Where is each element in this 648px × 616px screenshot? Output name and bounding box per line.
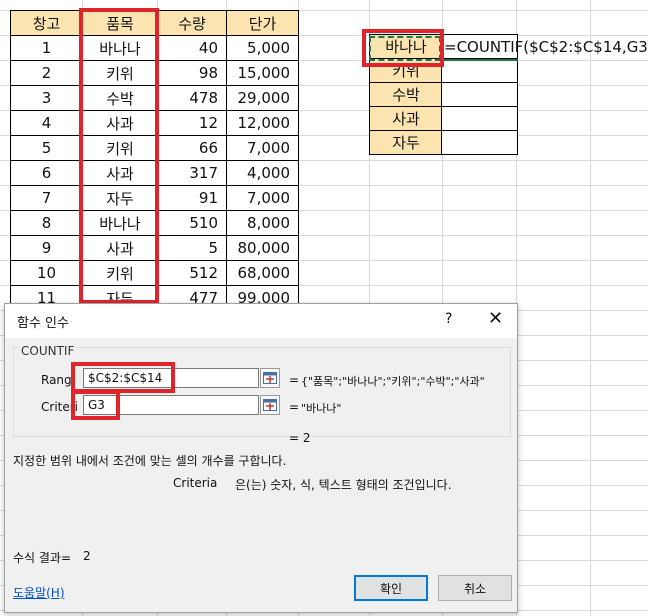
table-cell[interactable]: 바나나 — [82, 210, 158, 236]
function-arguments-dialog: 함수 인수 ? ✕ COUNTIF Rang $C$2:$C$14 = {"품목… — [4, 303, 518, 613]
collapse-dialog-icon — [263, 399, 277, 411]
arguments-group — [13, 347, 511, 437]
table-cell[interactable]: 바나나 — [82, 35, 158, 61]
criteria-preview: "바나나" — [301, 402, 342, 415]
table-cell[interactable]: 사과 — [82, 160, 158, 186]
dialog-titlebar[interactable] — [5, 304, 517, 338]
table-cell[interactable]: 5 — [157, 235, 227, 261]
help-icon[interactable]: ? — [445, 311, 452, 327]
table-header-cell[interactable]: 단가 — [226, 10, 299, 36]
ok-button[interactable]: 확인 — [354, 575, 428, 601]
table-cell[interactable]: 66 — [157, 135, 227, 161]
table-cell[interactable]: 7 — [10, 185, 83, 211]
table-cell[interactable]: 7,000 — [226, 135, 299, 161]
table-cell[interactable]: 510 — [157, 210, 227, 236]
table-cell[interactable]: 91 — [157, 185, 227, 211]
function-result: = 2 — [289, 431, 311, 445]
formula-result-value: 2 — [83, 549, 91, 563]
table-cell[interactable]: 317 — [157, 160, 227, 186]
criteria-equals: = — [289, 400, 300, 414]
table-cell[interactable]: 12 — [157, 110, 227, 136]
table-cell[interactable]: 29,000 — [226, 85, 299, 111]
table-header-cell[interactable]: 수량 — [157, 10, 227, 36]
table-cell[interactable]: 수박 — [82, 85, 158, 111]
lookup-key-cell[interactable]: 자두 — [369, 130, 443, 155]
argument-description-name: Criteria — [173, 476, 218, 490]
formula-result-label: 수식 결과= — [13, 551, 72, 565]
table-cell[interactable]: 3 — [10, 85, 83, 111]
lookup-key-cell[interactable]: 키위 — [369, 58, 443, 83]
table-cell[interactable]: 478 — [157, 85, 227, 111]
table-cell[interactable]: 68,000 — [226, 260, 299, 286]
table-cell[interactable]: 사과 — [82, 235, 158, 261]
collapse-dialog-criteria-button[interactable] — [260, 395, 280, 415]
lookup-result-cell[interactable] — [441, 58, 518, 83]
table-cell[interactable]: 80,000 — [226, 235, 299, 261]
table-cell[interactable]: 6 — [10, 160, 83, 186]
table-cell[interactable]: 40 — [157, 35, 227, 61]
table-header-cell[interactable]: 품목 — [82, 10, 158, 36]
table-cell[interactable]: 8,000 — [226, 210, 299, 236]
table-cell[interactable]: 5,000 — [226, 35, 299, 61]
collapse-dialog-range-button[interactable] — [260, 368, 280, 388]
help-link[interactable]: 도움말(H) — [13, 584, 65, 601]
range-equals: = — [289, 373, 300, 387]
table-cell[interactable]: 12,000 — [226, 110, 299, 136]
collapse-dialog-icon — [263, 372, 277, 384]
table-cell[interactable]: 2 — [10, 60, 83, 86]
table-cell[interactable]: 키위 — [82, 60, 158, 86]
table-cell[interactable]: 자두 — [82, 185, 158, 211]
table-cell[interactable]: 키위 — [82, 260, 158, 286]
lookup-key-cell[interactable]: 수박 — [369, 82, 443, 107]
dialog-title: 함수 인수 — [17, 316, 69, 331]
table-cell[interactable]: 10 — [10, 260, 83, 286]
function-name: COUNTIF — [19, 344, 77, 358]
lookup-result-cell[interactable] — [441, 106, 518, 131]
cancel-button[interactable]: 취소 — [438, 575, 512, 601]
table-cell[interactable]: 4,000 — [226, 160, 299, 186]
table-cell[interactable]: 5 — [10, 135, 83, 161]
grid-column-line — [590, 0, 591, 616]
table-cell[interactable]: 4 — [10, 110, 83, 136]
criteria-input[interactable]: G3 — [83, 395, 259, 415]
active-cell-indicator — [444, 59, 518, 61]
argument-description: 은(는) 숫자, 식, 텍스트 형태의 조건입니다. — [235, 478, 452, 492]
table-cell[interactable]: 512 — [157, 260, 227, 286]
function-description: 지정한 범위 내에서 조건에 맞는 셀의 개수를 구합니다. — [13, 454, 287, 468]
table-cell[interactable]: 8 — [10, 210, 83, 236]
table-cell[interactable]: 사과 — [82, 110, 158, 136]
close-icon[interactable]: ✕ — [488, 308, 503, 329]
criteria-label: Criteri — [41, 400, 79, 414]
reference-marquee — [369, 36, 441, 61]
table-cell[interactable]: 1 — [10, 35, 83, 61]
table-cell[interactable]: 9 — [10, 235, 83, 261]
table-cell[interactable]: 키위 — [82, 135, 158, 161]
lookup-key-cell[interactable]: 사과 — [369, 106, 443, 131]
lookup-result-cell[interactable] — [441, 130, 518, 155]
range-preview: {"품목";"바나나";"키위";"수박";"사과" — [301, 375, 485, 388]
table-cell[interactable]: 15,000 — [226, 60, 299, 86]
cell-formula-text[interactable]: =COUNTIF($C$2:$C$14,G3) — [444, 36, 648, 58]
range-input[interactable]: $C$2:$C$14 — [83, 368, 259, 388]
table-cell[interactable]: 7,000 — [226, 185, 299, 211]
range-label: Rang — [41, 373, 72, 387]
lookup-result-cell[interactable] — [441, 82, 518, 107]
table-header-cell[interactable]: 창고 — [10, 10, 83, 36]
table-cell[interactable]: 98 — [157, 60, 227, 86]
